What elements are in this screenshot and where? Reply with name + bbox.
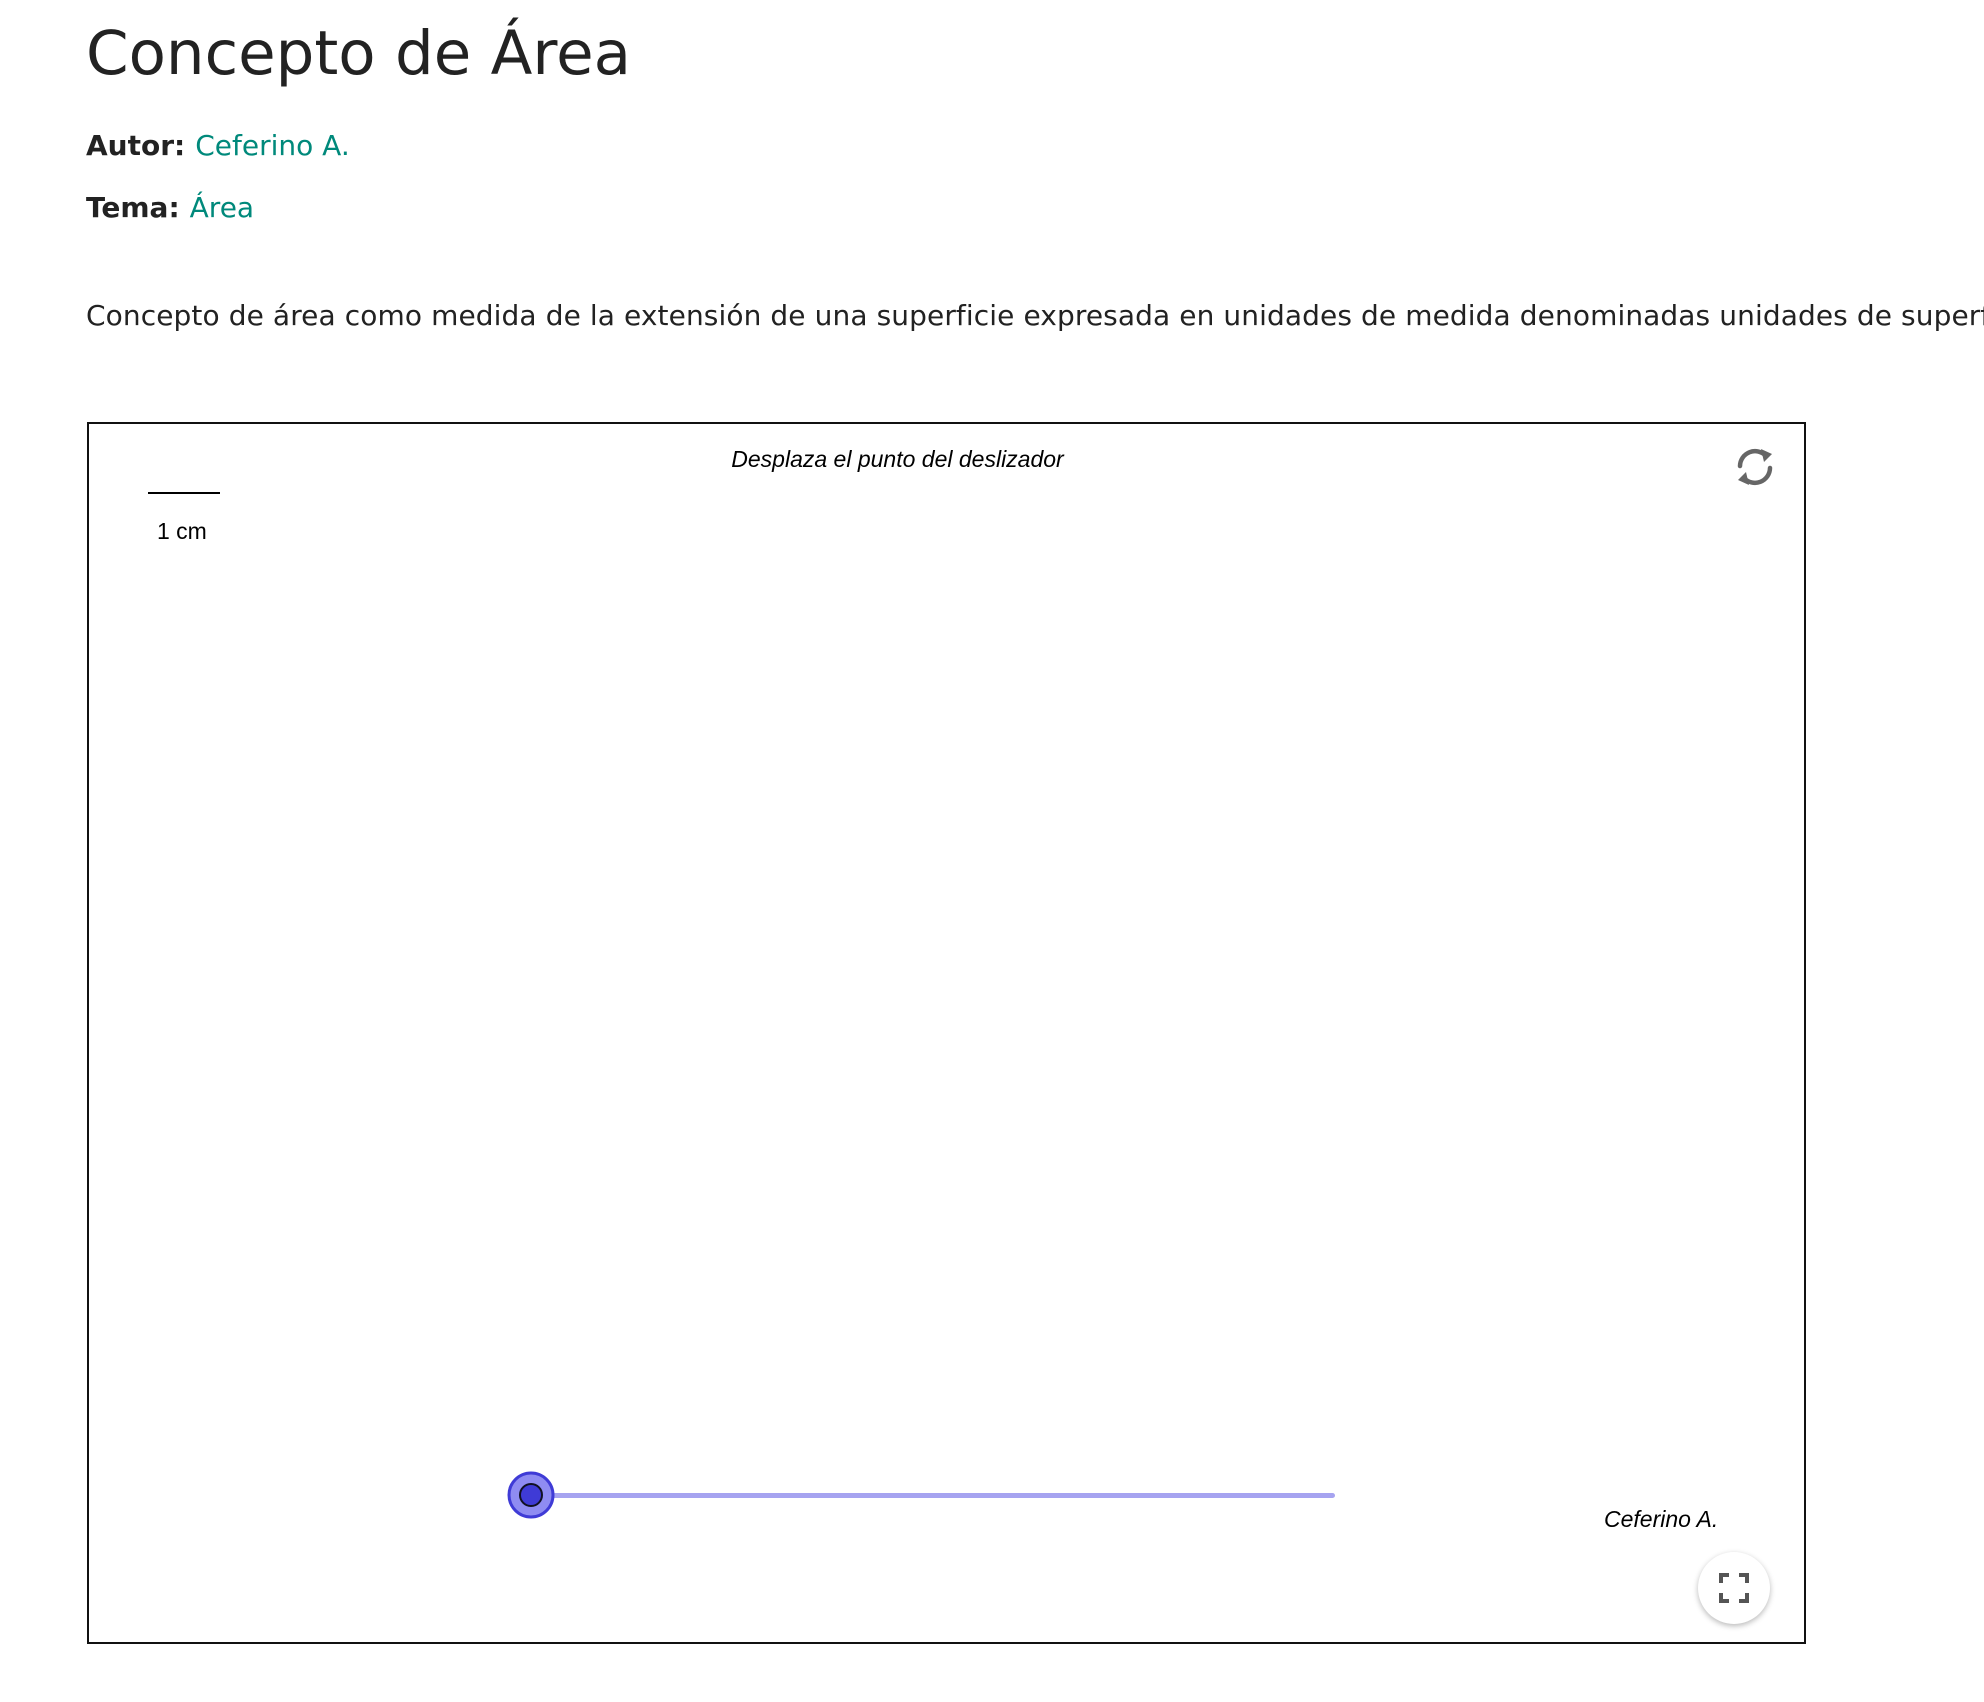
description-text: Concepto de área como medida de la exten… xyxy=(86,299,1984,332)
geogebra-applet[interactable]: Desplaza el punto del deslizador 1 cm Ce… xyxy=(87,422,1806,1644)
topic-link[interactable]: Área xyxy=(190,191,254,224)
slider-handle[interactable] xyxy=(507,1471,555,1519)
fullscreen-icon xyxy=(1719,1573,1749,1603)
reset-button[interactable] xyxy=(1732,444,1778,490)
applet-instruction: Desplaza el punto del deslizador xyxy=(731,446,1064,472)
topic-row: Tema: Área xyxy=(86,190,254,226)
applet-author-caption: Ceferino A. xyxy=(1604,1506,1719,1532)
scale-bar xyxy=(148,492,220,494)
author-row: Autor: Ceferino A. xyxy=(86,128,350,164)
topic-label: Tema: xyxy=(86,191,180,224)
author-link[interactable]: Ceferino A. xyxy=(195,129,350,162)
page-title: Concepto de Área xyxy=(86,18,632,89)
author-label: Autor: xyxy=(86,129,186,162)
fullscreen-button[interactable] xyxy=(1698,1552,1770,1624)
refresh-icon xyxy=(1737,448,1773,486)
slider[interactable] xyxy=(507,1470,1339,1520)
slider-track[interactable] xyxy=(531,1493,1335,1498)
scale-label: 1 cm xyxy=(157,518,207,544)
